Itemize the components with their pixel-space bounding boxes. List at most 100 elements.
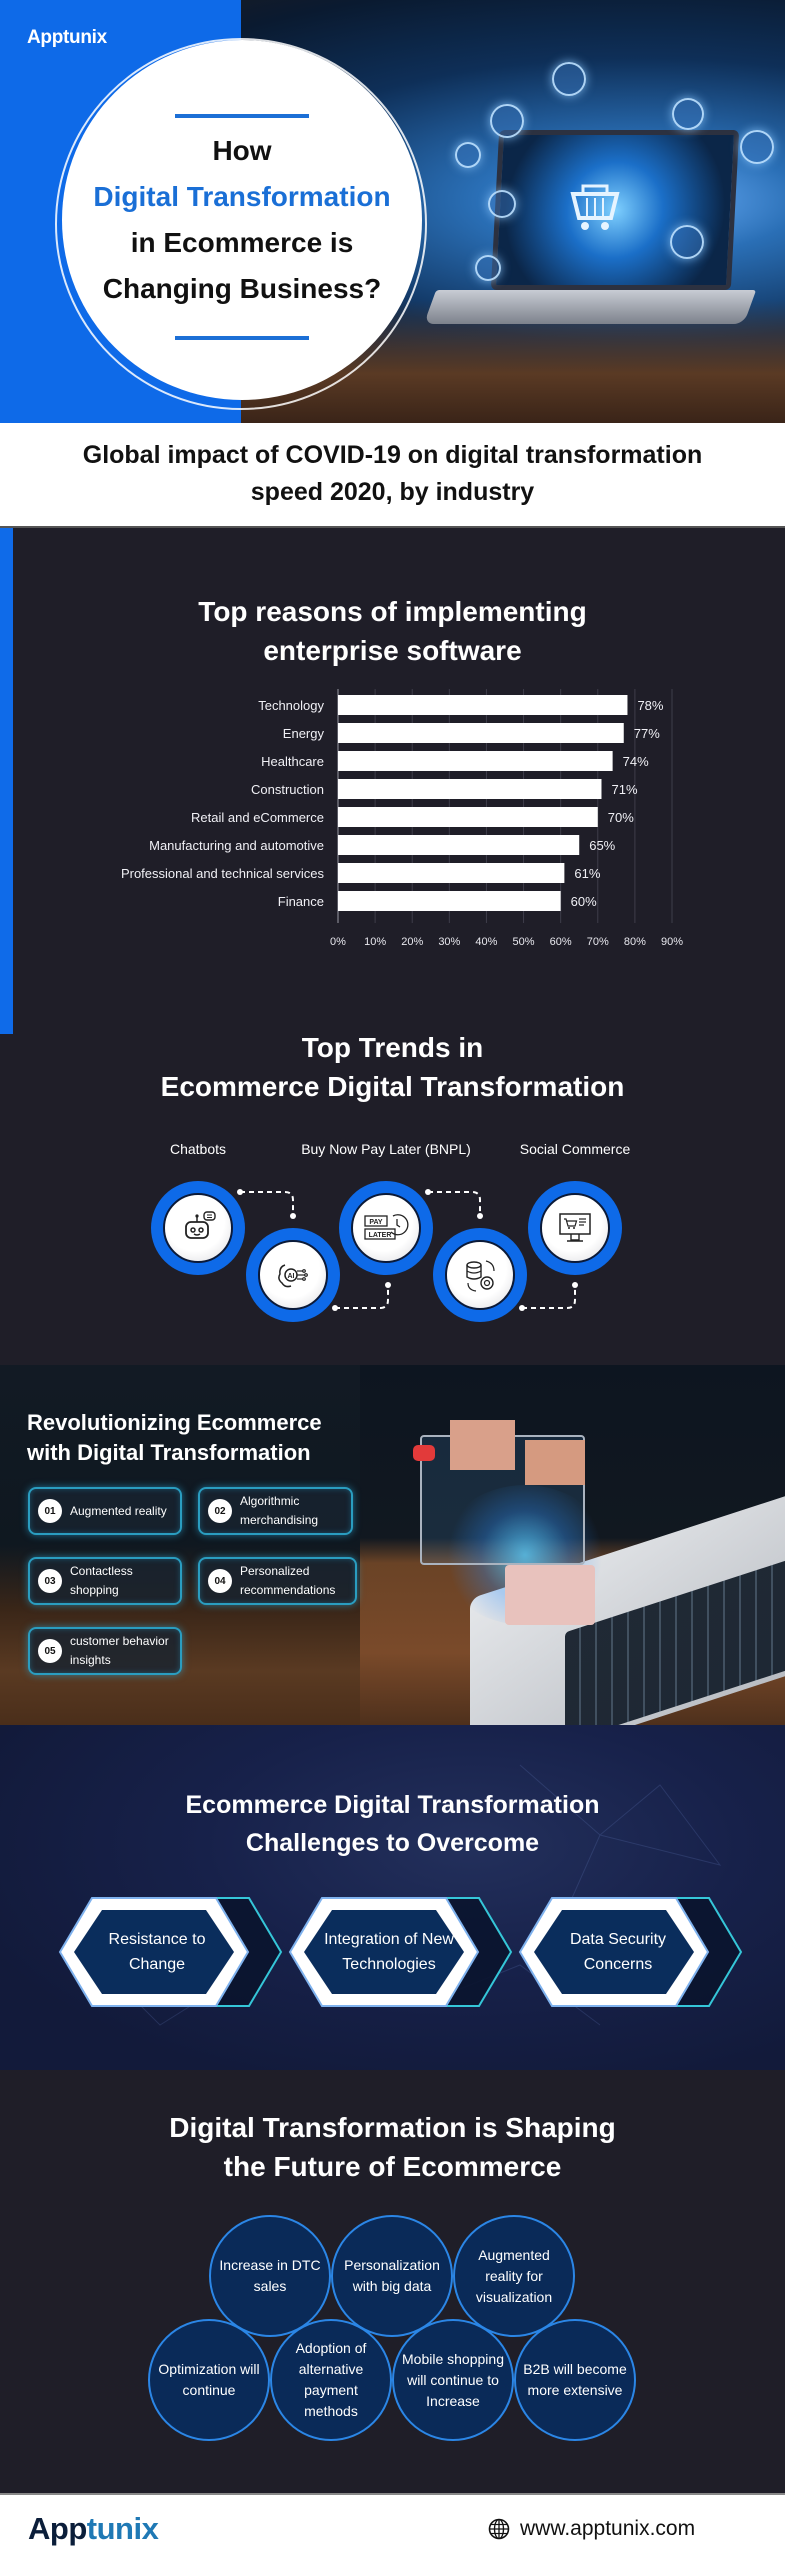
future-trend-circle: Augmented reality for visualization (453, 2215, 575, 2337)
lock-icon (552, 62, 586, 96)
server-icon (488, 190, 516, 218)
calendar-icon (490, 104, 524, 138)
pay-icon-text: PAY (369, 1219, 383, 1226)
challenge-hexagons (58, 1897, 743, 2007)
ai-icon-text: AI (288, 1273, 295, 1280)
trend-circle-chatbots (151, 1181, 245, 1275)
future-trend-circle: Personalization with big data (331, 2215, 453, 2337)
website-link[interactable]: www.apptunix.com (488, 2517, 695, 2541)
category-label: Healthcare (261, 754, 324, 769)
chart-section: Top reasons of implementing enterprise s… (0, 528, 785, 1008)
covid-impact-banner: Global impact of COVID-19 on digital tra… (0, 423, 785, 528)
future-title: Digital Transformation is Shaping the Fu… (0, 2108, 785, 2186)
trend-circle-social-commerce (528, 1181, 622, 1275)
challenge-text-line1: Data Security (569, 1931, 667, 1948)
future-title-line1: Digital Transformation is Shaping (169, 2112, 616, 2143)
challenge-text-line1: Integration of New (324, 1931, 454, 1948)
challenge-data-security: Data Security Concerns (544, 1927, 692, 1977)
category-label: Professional and technical services (121, 866, 325, 881)
item-number-badge: 02 (208, 1499, 232, 1523)
brand-logo[interactable]: Apptunix (27, 27, 107, 49)
fingerprint-icon (455, 142, 481, 168)
challenges-section: Ecommerce Digital Transformation Challen… (0, 1725, 785, 2070)
hero-divider-bottom (175, 336, 309, 340)
footer-logo-tunix: tunix (86, 2511, 159, 2546)
x-tick-label: 10% (364, 936, 386, 948)
future-trend-circle: Optimization will continue (148, 2319, 270, 2441)
x-tick-label: 20% (401, 936, 423, 948)
photo-cart-handle (413, 1445, 435, 1461)
chatbot-icon (185, 1211, 216, 1239)
online-store-monitor-icon (559, 1213, 591, 1242)
bar (338, 863, 565, 883)
x-tick-label: 60% (550, 936, 572, 948)
bag-icon (475, 255, 501, 281)
revolution-item: 03 Contactless shopping (28, 1557, 182, 1605)
value-label: 60% (571, 894, 597, 909)
bar (338, 807, 598, 827)
x-tick-label: 80% (624, 936, 646, 948)
bar (338, 751, 613, 771)
photo-parcel-box (525, 1440, 585, 1485)
revolution-item: 05 customer behavior insights (28, 1627, 182, 1675)
challenge-text-line1: Resistance to (108, 1931, 206, 1948)
future-section: Digital Transformation is Shaping the Fu… (0, 2070, 785, 2490)
x-tick-label: 90% (661, 936, 683, 948)
trend-circle-ai: AI (246, 1228, 340, 1322)
footer-logo[interactable]: Apptunix (28, 2511, 159, 2547)
item-number-badge: 05 (38, 1639, 62, 1663)
hero-title: How Digital Transformation in Ecommerce … (62, 128, 422, 312)
bar (338, 891, 561, 911)
challenge-text-line2: Technologies (342, 1956, 436, 1973)
challenge-resistance-to-change: Resistance to Change (84, 1927, 230, 1977)
cloud-database-sync-icon (466, 1260, 495, 1292)
item-text: Personalized recommendations (240, 1564, 336, 1597)
revolution-item: 02 Algorithmic merchandising (198, 1487, 353, 1535)
challenge-text-line2: Concerns (583, 1956, 653, 1973)
item-number-badge: 04 (208, 1569, 232, 1593)
x-tick-label: 40% (475, 936, 497, 948)
pay-later-icon: PAY LATER (364, 1214, 409, 1240)
x-tick-label: 50% (513, 936, 535, 948)
photo-parcel-box (450, 1420, 515, 1470)
covid-banner-title: Global impact of COVID-19 on digital tra… (0, 437, 785, 511)
future-trend-circle: B2B will become more extensive (514, 2319, 636, 2441)
item-text: Contactless shopping (70, 1564, 133, 1597)
category-label: Finance (278, 894, 324, 909)
category-label: Technology (258, 698, 324, 713)
revolutionizing-section: Revolutionizing Ecommerce with Digital T… (0, 1365, 785, 1725)
item-text: customer behavior insights (70, 1634, 169, 1667)
laptop-icon (740, 130, 774, 164)
website-url: www.apptunix.com (520, 2517, 696, 2540)
future-trend-circle: Mobile shopping will continue to Increas… (392, 2319, 514, 2441)
later-icon-text: LATER (369, 1232, 392, 1239)
revolution-item: 04 Personalized recommendations (198, 1557, 357, 1605)
covid-banner-line1: Global impact of COVID-19 on digital tra… (82, 441, 703, 469)
globe-icon (488, 2518, 510, 2540)
hero-title-line3: in Ecommerce is (130, 227, 354, 258)
covid-banner-line2: speed 2020, by industry (250, 478, 535, 506)
revolutionizing-title: Revolutionizing Ecommerce with Digital T… (27, 1408, 322, 1468)
item-number-badge: 03 (38, 1569, 62, 1593)
value-label: 74% (623, 754, 649, 769)
value-label: 70% (608, 810, 634, 825)
item-text: Algorithmic merchandising (240, 1494, 319, 1527)
brand-logo-text: Apptunix (27, 27, 107, 48)
value-label: 78% (637, 698, 663, 713)
category-label: Retail and eCommerce (191, 810, 324, 825)
category-label: Construction (251, 782, 324, 797)
revolution-item: 01 Augmented reality (28, 1487, 182, 1535)
hero-title-highlight: Digital Transformation (93, 181, 391, 212)
bar (338, 723, 624, 743)
ai-brain-icon: AI (278, 1264, 308, 1288)
shopping-cart-icon (570, 184, 620, 230)
hero-laptop-base-image (423, 290, 757, 324)
trends-section: Top Trends in Ecommerce Digital Transfor… (0, 1008, 785, 1365)
revolutionizing-title-line1: Revolutionizing Ecommerce (27, 1410, 322, 1435)
item-number-badge: 01 (38, 1499, 62, 1523)
bar (338, 835, 580, 855)
hero-title-line1: How (212, 135, 272, 166)
x-tick-label: 70% (587, 936, 609, 948)
revolutionizing-title-line2: with Digital Transformation (27, 1440, 311, 1465)
bar-chart: 0% 10% 20% 30% 40% 50% 60% 70% 80% 90% Technology 7… (121, 689, 683, 948)
